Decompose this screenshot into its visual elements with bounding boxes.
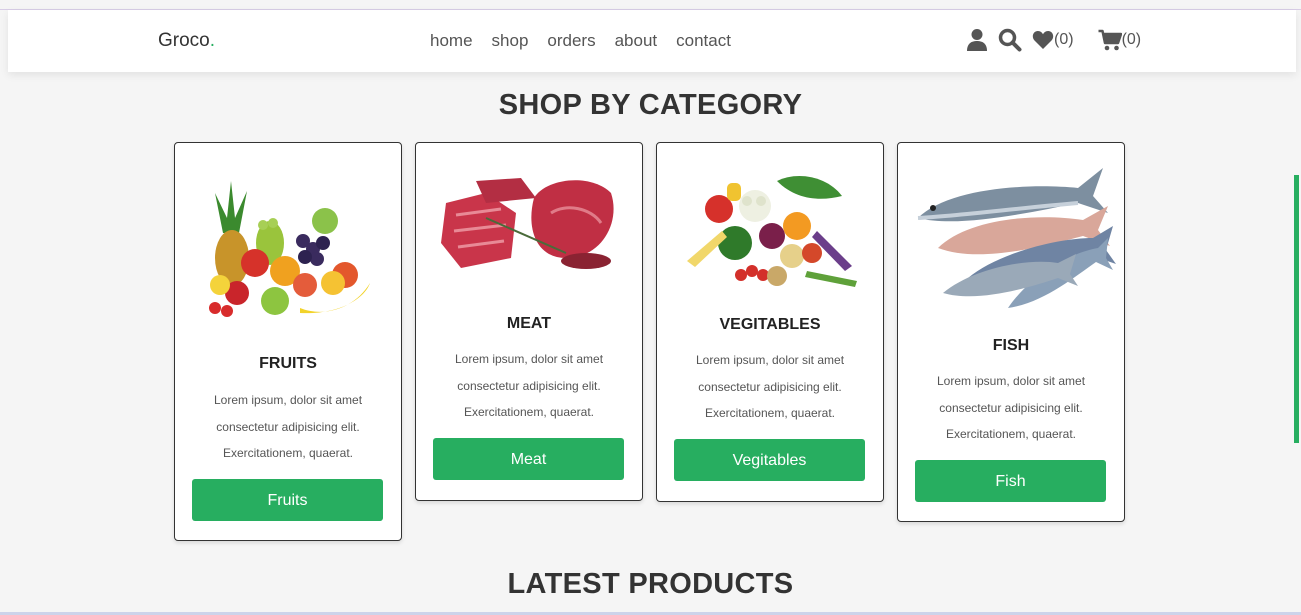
scroll-indicator [1294, 175, 1299, 443]
card-description: Lorem ipsum, dolor sit amet consectetur … [213, 393, 363, 460]
nav-shop[interactable]: shop [492, 31, 529, 51]
wishlist-link[interactable]: (0) [1032, 30, 1074, 50]
category-card-meat: MEAT Lorem ipsum, dolor sit amet consect… [415, 142, 643, 501]
card-title: FRUITS [259, 355, 317, 372]
heart-icon [1032, 30, 1054, 50]
cart-icon [1098, 29, 1122, 51]
meat-image [416, 173, 642, 273]
nav-orders[interactable]: orders [547, 31, 595, 51]
category-card-fish: FISH Lorem ipsum, dolor sit amet consect… [897, 142, 1125, 522]
nav-home[interactable]: home [430, 31, 473, 51]
section-title-latest-products: LATEST PRODUCTS [507, 568, 794, 600]
nav-contact[interactable]: contact [676, 31, 731, 51]
meat-button[interactable]: Meat [433, 438, 624, 480]
cart-count: (0) [1121, 31, 1142, 48]
fruits-image [175, 173, 401, 323]
category-card-vegitables: VEGITABLES Lorem ipsum, dolor sit amet c… [656, 142, 884, 502]
search-icon[interactable] [998, 28, 1022, 52]
main-nav: home shop orders about contact [430, 31, 731, 51]
wishlist-count: (0) [1054, 31, 1074, 48]
card-title: MEAT [506, 315, 552, 332]
card-description: Lorem ipsum, dolor sit amet consectetur … [454, 352, 604, 419]
user-icon[interactable] [966, 28, 988, 52]
nav-about[interactable]: about [615, 31, 658, 51]
category-card-fruits: FRUITS Lorem ipsum, dolor sit amet conse… [174, 142, 402, 541]
card-description: Lorem ipsum, dolor sit amet consectetur … [695, 353, 845, 420]
card-description: Lorem ipsum, dolor sit amet consectetur … [936, 374, 1086, 441]
logo-text: Groco [158, 30, 210, 51]
header-icons: (0) (0) [966, 28, 1141, 52]
card-title: VEGITABLES [719, 316, 821, 333]
fish-image [898, 158, 1124, 318]
vegitables-button[interactable]: Vegitables [674, 439, 865, 481]
logo-dot: . [209, 30, 216, 51]
site-header: Groco. home shop orders about contact (0… [8, 10, 1296, 72]
section-title-categories: SHOP BY CATEGORY [498, 89, 803, 121]
fish-button[interactable]: Fish [915, 460, 1106, 502]
fruits-button[interactable]: Fruits [192, 479, 383, 521]
logo[interactable]: Groco. [158, 30, 215, 52]
vegitables-image [657, 171, 883, 296]
cart-link[interactable]: (0) [1098, 29, 1142, 51]
card-title: FISH [992, 337, 1030, 354]
